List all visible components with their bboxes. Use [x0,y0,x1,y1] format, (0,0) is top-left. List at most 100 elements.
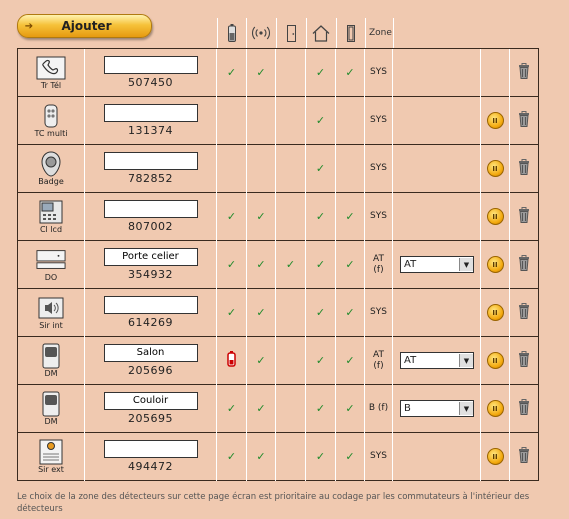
trash-icon[interactable] [517,159,531,178]
device-type-label: Tr Tél [40,81,62,90]
trash-icon[interactable] [517,207,531,226]
delete-cell [509,96,539,145]
device-name-input[interactable] [103,56,198,74]
device-type-label: DM [44,417,58,426]
door-icon [283,22,299,44]
status-cell: ✓ [246,336,276,385]
pause-button[interactable]: II [486,208,504,225]
zone-header: Zone [369,28,392,38]
add-button-label: Ajouter [61,19,112,33]
status-cell: ✓ [216,432,247,481]
device-name-input[interactable]: Couloir [103,392,198,410]
status-cell: ✓ [335,48,365,97]
device-row: DM Couloir 205695 ✓ ✓ ✓ ✓ B (f) B ▼ II [17,384,539,433]
header-divider [246,18,247,48]
zone-select[interactable]: AT ▼ [400,256,474,273]
device-name-input[interactable]: Porte celier [103,248,198,266]
add-button[interactable]: ➔ Ajouter [17,14,152,38]
status-cell: ✓ [335,336,365,385]
status-cell [335,96,365,145]
device-type-cell: DO [17,240,85,289]
status-cell: ✓ [305,96,336,145]
pause-cell: II [480,432,510,481]
device-name-input[interactable]: Salon [103,344,198,362]
status-cell: ✓ [305,432,336,481]
pause-icon: II [492,452,498,461]
zone-value: SYS [370,211,387,221]
zone-select-cell [392,48,481,97]
status-cell [246,96,276,145]
zone-select[interactable]: B ▼ [400,400,474,417]
delete-cell [509,240,539,289]
trash-icon[interactable] [517,255,531,274]
zone-select[interactable]: AT ▼ [400,352,474,369]
pause-button[interactable]: II [486,112,504,129]
pause-button[interactable]: II [486,160,504,177]
check-icon: ✓ [315,162,326,175]
status-cell: ✓ [305,336,336,385]
status-cell: ✓ [216,384,247,433]
status-cell: ✓ [275,240,306,289]
device-code: 131374 [128,124,173,137]
device-code: 507450 [128,76,173,89]
device-name-input[interactable] [103,152,198,170]
device-name-input[interactable] [103,296,198,314]
trash-icon[interactable] [517,63,531,82]
status-cell: ✓ [335,432,365,481]
pause-button[interactable]: II [486,304,504,321]
zone-select-cell [392,192,481,241]
device-type-cell: Tr Tél [17,48,85,97]
device-name-input[interactable] [103,104,198,122]
trash-icon[interactable] [517,111,531,130]
motion-detector-icon [36,391,66,417]
device-row: TC multi 131374 ✓ SYS II [17,96,539,145]
status-cell: ✓ [305,144,336,193]
device-type-label: Sir int [39,321,63,330]
zone-cell: SYS [364,144,393,193]
trash-icon[interactable] [517,447,531,466]
device-name-cell: 782852 [84,144,217,193]
pause-icon: II [492,260,498,269]
pause-cell: II [480,96,510,145]
pause-button[interactable]: II [486,256,504,273]
zone-select-cell [392,96,481,145]
zone-value: SYS [370,163,387,173]
status-cell: ✓ [216,288,247,337]
chevron-down-icon: ▼ [459,258,473,271]
device-code: 807002 [128,220,173,233]
trash-icon[interactable] [517,303,531,322]
pause-button[interactable]: II [486,448,504,465]
footnote: Le choix de la zone des détecteurs sur c… [17,492,530,514]
status-cell: ✓ [305,288,336,337]
status-cell: ✓ [246,192,276,241]
check-icon: ✓ [345,354,355,367]
window-icon [343,22,359,44]
status-cell: ✓ [216,48,247,97]
status-cell [216,96,247,145]
chevron-down-icon: ▼ [459,354,473,367]
status-cell: ✓ [246,48,276,97]
pause-icon: II [492,404,498,413]
phone-transmitter-icon [36,55,66,81]
check-icon: ✓ [315,450,326,463]
device-name-input[interactable] [103,440,198,458]
battery-icon [224,22,239,44]
device-type-label: TC multi [34,129,68,138]
pause-cell [480,48,510,97]
pause-button[interactable]: II [486,400,504,417]
trash-icon[interactable] [517,351,531,370]
delete-cell [509,144,539,193]
device-name-input[interactable] [103,200,198,218]
device-code: 354932 [128,268,173,281]
status-cell [275,432,306,481]
trash-icon[interactable] [517,399,531,418]
device-name-cell: 494472 [84,432,217,481]
remote-control-icon [36,103,66,129]
check-icon: ✓ [256,402,266,415]
check-icon: ✓ [226,66,237,79]
device-type-cell: DM [17,384,85,433]
device-row: Sir ext 494472 ✓ ✓ ✓ ✓ SYS II [17,432,539,481]
device-code: 614269 [128,316,173,329]
zone-select-cell [392,288,481,337]
pause-button[interactable]: II [486,352,504,369]
